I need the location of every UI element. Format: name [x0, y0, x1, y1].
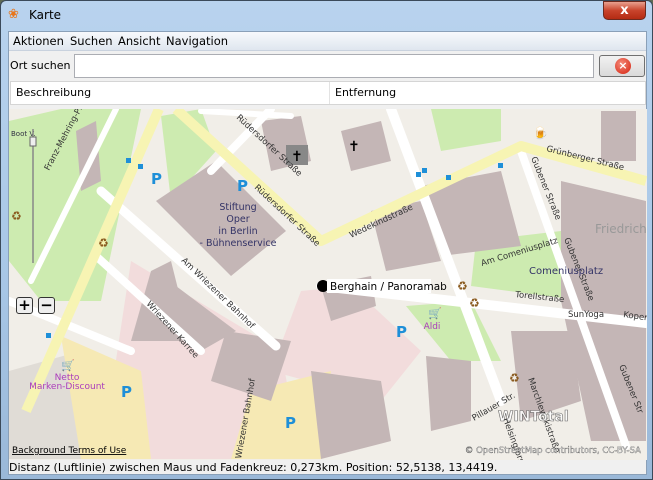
- map-tooltip: Berghain / Panoramab: [330, 281, 447, 293]
- results-table-header: Beschreibung Entfernung: [10, 81, 646, 105]
- parking-icon: P: [237, 177, 248, 195]
- search-row: Ort suchen ×: [9, 53, 646, 79]
- parking-icon: P: [285, 414, 296, 432]
- column-entfernung[interactable]: Entfernung: [330, 82, 646, 104]
- menu-navigation[interactable]: Navigation: [166, 34, 228, 48]
- shop-label: Aldi: [424, 322, 441, 332]
- zoom-out-button[interactable]: −: [38, 297, 55, 314]
- shop-label: Marken-Discount: [29, 382, 105, 392]
- window-close-button[interactable]: x: [603, 1, 646, 20]
- client-area: Aktionen Suchen Ansicht Navigation Ort s…: [8, 31, 647, 475]
- svg-text:♻: ♻: [11, 209, 22, 223]
- column-beschreibung[interactable]: Beschreibung: [11, 82, 330, 104]
- menu-suchen[interactable]: Suchen: [70, 34, 113, 48]
- map-view[interactable]: P P P P P ✝ ✝ ♻ ♻ ♻ ♻ ♻ 🍺 🛒 🛒 Franz-Mehring-…: [9, 109, 647, 460]
- svg-text:- Bühnenservice: - Bühnenservice: [200, 238, 277, 249]
- svg-text:♻: ♻: [509, 371, 520, 385]
- menu-bar: Aktionen Suchen Ansicht Navigation: [9, 32, 646, 51]
- svg-text:Oper: Oper: [226, 214, 249, 225]
- church-icon: ✝: [348, 139, 360, 155]
- parking-icon: P: [396, 323, 407, 341]
- zoom-in-button[interactable]: +: [16, 297, 33, 314]
- butterfly-app-icon: ❀: [8, 7, 19, 22]
- shop-icon: 🛒: [428, 307, 442, 320]
- shop-icon: 🛒: [61, 359, 75, 372]
- svg-text:♻: ♻: [469, 296, 480, 310]
- square-label: Comeniusplatz: [529, 266, 603, 277]
- svg-text:♻: ♻: [98, 236, 109, 250]
- menu-aktionen[interactable]: Aktionen: [13, 34, 64, 48]
- search-label: Ort suchen: [10, 59, 71, 72]
- watermark-logo: WINTotal: [498, 409, 569, 425]
- search-input[interactable]: [74, 54, 594, 78]
- window-title: Karte: [29, 8, 62, 22]
- terms-link[interactable]: Background Terms of Use: [12, 446, 127, 456]
- clear-icon: ×: [615, 58, 631, 74]
- map-canvas: P P P P P ✝ ✝ ♻♻♻♻♻ 🍺 🛒 🛒 Franz-Mehring-…: [9, 109, 647, 460]
- pub-icon: 🍺: [533, 125, 548, 140]
- building: [601, 111, 636, 161]
- svg-text:in Berlin: in Berlin: [218, 226, 257, 237]
- menu-ansicht[interactable]: Ansicht: [118, 34, 160, 48]
- window: ❀ Karte x Aktionen Suchen Ansicht Naviga…: [0, 0, 653, 480]
- status-bar: Distanz (Luftlinie) zwischen Maus und Fa…: [9, 461, 498, 474]
- district-label: Friedrich: [595, 222, 647, 236]
- clear-search-button[interactable]: ×: [599, 55, 645, 77]
- attribution: © OpenStreetMap contributors, CC-BY-SA: [465, 446, 641, 456]
- parking-icon: P: [151, 170, 162, 188]
- park-area: [431, 109, 501, 151]
- title-bar: ❀ Karte x: [1, 1, 652, 29]
- poi-label: SunYoga: [568, 310, 604, 320]
- svg-text:Stiftung: Stiftung: [219, 202, 256, 213]
- zoom-slider-handle[interactable]: [29, 136, 37, 147]
- svg-text:♻: ♻: [457, 279, 468, 293]
- parking-icon: P: [121, 383, 132, 401]
